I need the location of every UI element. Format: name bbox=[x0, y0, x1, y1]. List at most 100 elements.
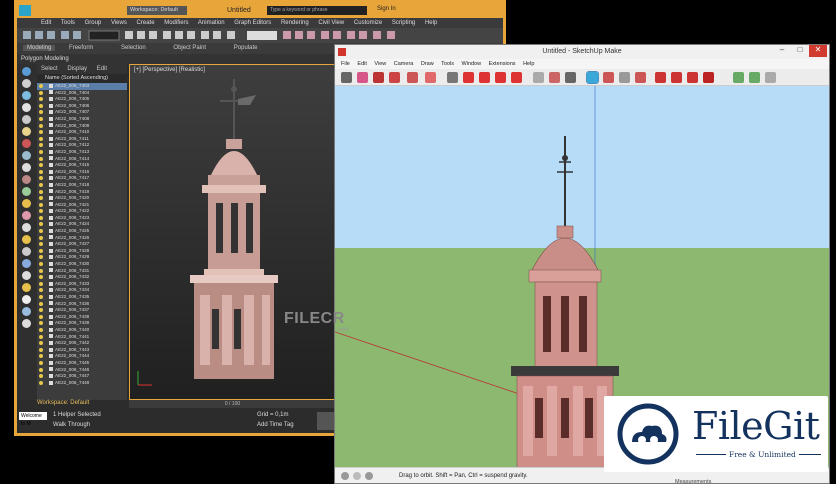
visibility-icon[interactable] bbox=[39, 380, 43, 385]
visibility-icon[interactable] bbox=[39, 130, 43, 135]
add-time-tag-button[interactable]: Add Time Tag bbox=[257, 422, 294, 428]
credits-icon[interactable] bbox=[353, 472, 361, 480]
visibility-icon[interactable] bbox=[39, 97, 43, 102]
visibility-icon[interactable] bbox=[39, 123, 43, 128]
display-icon[interactable] bbox=[22, 319, 31, 328]
max-toolbar-icons[interactable] bbox=[17, 28, 503, 43]
scene-list-item[interactable]: AE22_006_7423 bbox=[37, 215, 127, 222]
scene-list-item[interactable]: AE22_006_7404 bbox=[37, 90, 127, 97]
scene-list-item[interactable]: AE22_006_7413 bbox=[37, 149, 127, 156]
visibility-icon[interactable] bbox=[39, 347, 43, 352]
visibility-icon[interactable] bbox=[39, 255, 43, 260]
components-icon[interactable] bbox=[671, 72, 682, 83]
geometry-icon[interactable] bbox=[22, 79, 31, 88]
su-menu-help[interactable]: Help bbox=[523, 61, 534, 67]
time-slider[interactable]: 0 / 100 bbox=[129, 400, 336, 408]
sketchup-app-icon[interactable] bbox=[338, 48, 346, 56]
max-app-icon[interactable] bbox=[19, 5, 31, 16]
info-icon[interactable] bbox=[341, 472, 349, 480]
sign-in-link[interactable]: Sign In bbox=[377, 6, 396, 12]
visibility-icon[interactable] bbox=[39, 374, 43, 379]
filter-icon[interactable] bbox=[22, 151, 31, 160]
shape-icon[interactable] bbox=[407, 72, 418, 83]
paint-bucket-icon[interactable] bbox=[425, 72, 436, 83]
visibility-icon[interactable] bbox=[39, 169, 43, 174]
scene-list-item[interactable]: AE22_006_7437 bbox=[37, 307, 127, 314]
visibility-icon[interactable] bbox=[39, 301, 43, 306]
scene-list-item[interactable]: AE22_006_7416 bbox=[37, 169, 127, 176]
scene-list-item[interactable]: AE22_006_7429 bbox=[37, 254, 127, 261]
push-pull-icon[interactable] bbox=[447, 72, 458, 83]
visibility-icon[interactable] bbox=[39, 143, 43, 148]
zoom-icon[interactable] bbox=[619, 72, 630, 83]
get-photo-texture-icon[interactable] bbox=[765, 72, 776, 83]
offset-icon[interactable] bbox=[511, 72, 522, 83]
tab-populate[interactable]: Populate bbox=[234, 45, 258, 51]
su-menu-window[interactable]: Window bbox=[462, 61, 482, 67]
scene-list-item[interactable]: AE22_006_7417 bbox=[37, 175, 127, 182]
scene-list-item[interactable]: AE22_006_7447 bbox=[37, 373, 127, 380]
scene-list-item[interactable]: AE22_006_7410 bbox=[37, 129, 127, 136]
scene-list-item[interactable]: AE22_006_7405 bbox=[37, 96, 127, 103]
visibility-icon[interactable] bbox=[39, 367, 43, 372]
menu-group[interactable]: Group bbox=[85, 20, 102, 26]
share-model-icon[interactable] bbox=[687, 72, 698, 83]
scene-list-item[interactable]: AE22_006_7436 bbox=[37, 301, 127, 308]
menu-customize[interactable]: Customize bbox=[354, 20, 382, 26]
tab-object-paint[interactable]: Object Paint bbox=[173, 45, 206, 51]
helpers-icon[interactable] bbox=[22, 127, 31, 136]
extension-warehouse-icon[interactable] bbox=[703, 72, 714, 83]
visibility-icon[interactable] bbox=[39, 354, 43, 359]
visibility-icon[interactable] bbox=[39, 189, 43, 194]
sun-icon[interactable] bbox=[22, 235, 31, 244]
visibility-icon[interactable] bbox=[39, 176, 43, 181]
scene-list-item[interactable]: AE22_006_7426 bbox=[37, 235, 127, 242]
menu-tools[interactable]: Tools bbox=[61, 20, 75, 26]
scene-list-item[interactable]: AE22_006_7411 bbox=[37, 136, 127, 143]
rotate-icon[interactable] bbox=[479, 72, 490, 83]
menu-graph-editors[interactable]: Graph Editors bbox=[234, 20, 271, 26]
scale-icon[interactable] bbox=[495, 72, 506, 83]
visibility-icon[interactable] bbox=[39, 314, 43, 319]
axes-icon[interactable] bbox=[565, 72, 576, 83]
group-icon[interactable] bbox=[22, 247, 31, 256]
scene-list-item[interactable]: AE22_006_7422 bbox=[37, 208, 127, 215]
visibility-icon[interactable] bbox=[39, 136, 43, 141]
visibility-icon[interactable] bbox=[39, 334, 43, 339]
scene-list-item[interactable]: AE22_006_7432 bbox=[37, 274, 127, 281]
visibility-icon[interactable] bbox=[39, 229, 43, 234]
scene-list-item[interactable]: AE22_006_7415 bbox=[37, 162, 127, 169]
freeze-icon[interactable] bbox=[22, 175, 31, 184]
scene-list-item[interactable]: AE22_006_7421 bbox=[37, 202, 127, 209]
scene-column-header[interactable]: Name (Sorted Ascending) bbox=[37, 74, 127, 83]
close-button[interactable]: ✕ bbox=[809, 45, 827, 57]
visibility-icon[interactable] bbox=[39, 116, 43, 121]
visibility-icon[interactable] bbox=[39, 275, 43, 280]
scene-list-item[interactable]: AE22_006_7406 bbox=[37, 103, 127, 110]
visibility-icon[interactable] bbox=[39, 360, 43, 365]
workspace-combo[interactable]: Workspace: Default bbox=[127, 6, 187, 15]
scene-list-item[interactable]: AE22_006_7444 bbox=[37, 353, 127, 360]
scene-list-item[interactable]: AE22_006_7433 bbox=[37, 281, 127, 288]
scene-list-item[interactable]: AE22_006_7443 bbox=[37, 347, 127, 354]
scene-list-item[interactable]: AE22_006_7431 bbox=[37, 268, 127, 275]
add-location-icon[interactable] bbox=[733, 72, 744, 83]
user-icon[interactable] bbox=[365, 472, 373, 480]
visibility-icon[interactable] bbox=[39, 156, 43, 161]
su-menu-view[interactable]: View bbox=[374, 61, 386, 67]
visibility-icon[interactable] bbox=[39, 262, 43, 267]
scene-list-item[interactable]: AE22_006_7430 bbox=[37, 261, 127, 268]
scene-list-item[interactable]: AE22_006_7403 bbox=[37, 83, 127, 90]
maxscript-listener[interactable]: Welcome to M bbox=[19, 412, 47, 427]
menu-help[interactable]: Help bbox=[425, 20, 437, 26]
text-icon[interactable] bbox=[549, 72, 560, 83]
menu-edit[interactable]: Edit bbox=[41, 20, 51, 26]
visibility-icon[interactable] bbox=[39, 182, 43, 187]
particle-icon[interactable] bbox=[22, 223, 31, 232]
scene-list-item[interactable]: AE22_006_7434 bbox=[37, 287, 127, 294]
orbit-icon[interactable] bbox=[586, 71, 599, 84]
visibility-icon[interactable] bbox=[39, 149, 43, 154]
visibility-icon[interactable] bbox=[39, 295, 43, 299]
pan-icon[interactable] bbox=[603, 72, 614, 83]
su-menu-file[interactable]: File bbox=[341, 61, 350, 67]
